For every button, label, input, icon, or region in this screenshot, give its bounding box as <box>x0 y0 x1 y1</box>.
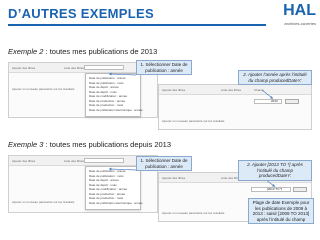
callout-add-year: 2. Ajouter l’année après l’intitulé du c… <box>238 70 312 85</box>
arrow-2 <box>261 89 274 99</box>
arrow-1 <box>108 72 137 76</box>
callout-date-range: Plage de date Exemple pour les publicati… <box>248 198 314 224</box>
arrow-3 <box>108 167 137 171</box>
callout-select-field-2: 1. Sélectionner Date de publication : an… <box>136 60 192 75</box>
callout-add-year-text: 2. Ajouter l’année après l’intitulé du c… <box>243 72 307 83</box>
callout-add-range-text: 2. Ajouter [2013 TO *] après l’intitulé … <box>247 162 303 178</box>
callout-select-field-3: 1. Sélectionner Date de publication : an… <box>136 156 192 171</box>
callout-add-range: 2. Ajouter [2013 TO *] après l’intitulé … <box>238 160 312 181</box>
